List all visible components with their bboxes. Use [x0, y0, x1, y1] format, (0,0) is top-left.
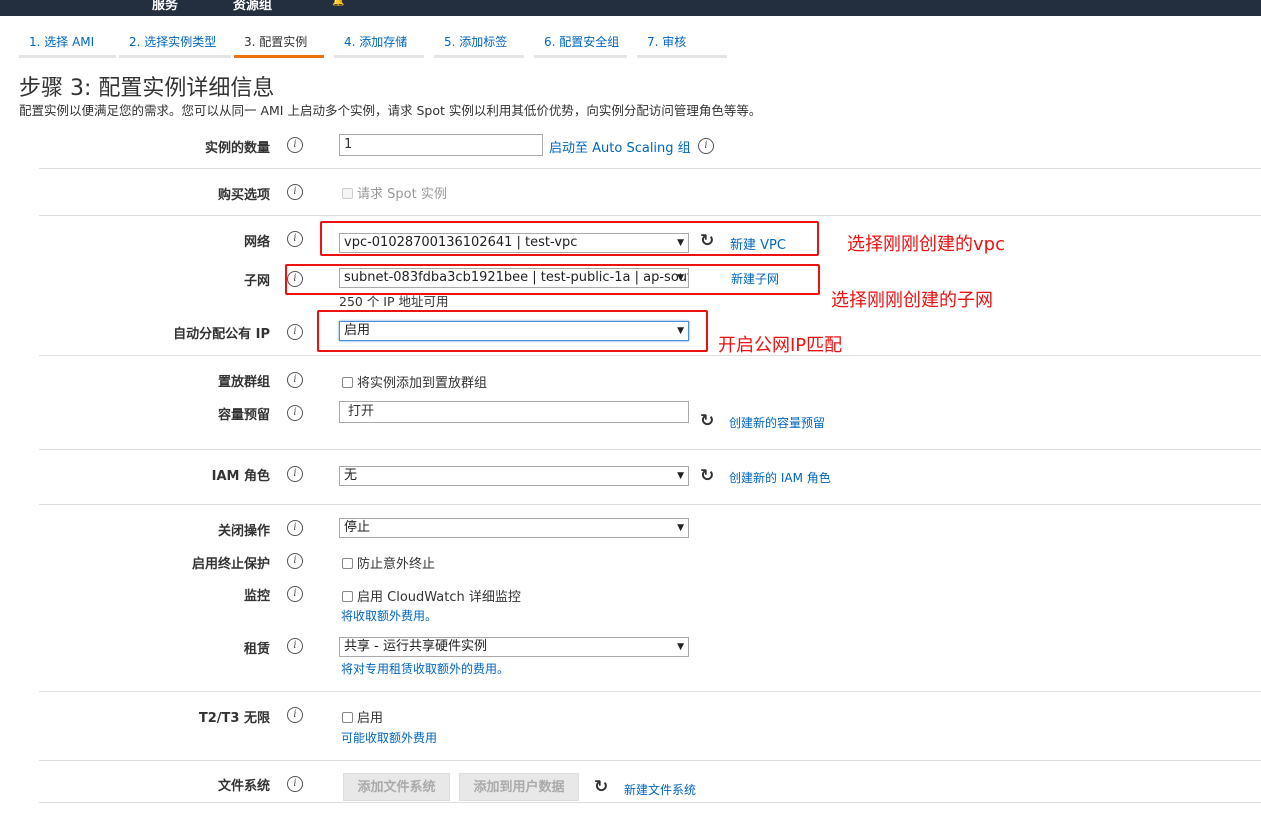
- refresh-icon[interactable]: ↻: [594, 778, 612, 796]
- tab-add-tags[interactable]: 5. 添加标签: [434, 29, 524, 58]
- info-icon[interactable]: i: [287, 638, 303, 654]
- iam-role-label: IAM 角色: [211, 469, 270, 484]
- tab-add-storage[interactable]: 4. 添加存储: [334, 29, 424, 58]
- termination-protection-label: 启用终止保护: [191, 557, 270, 572]
- resource-groups-menu[interactable]: 资源组: [233, 0, 272, 13]
- info-icon[interactable]: i: [287, 586, 303, 602]
- tenancy-label: 租赁: [243, 642, 270, 657]
- tab-choose-instance-type[interactable]: 2. 选择实例类型: [119, 29, 231, 58]
- create-capacity-reservation-link[interactable]: 创建新的容量预留: [729, 414, 825, 431]
- tab-review[interactable]: 7. 审核: [637, 29, 727, 58]
- spot-request-checkbox[interactable]: 请求 Spot 实例: [342, 183, 447, 202]
- info-icon[interactable]: i: [287, 231, 303, 247]
- subnet-label: 子网: [243, 274, 270, 289]
- cloudwatch-monitoring-checkbox[interactable]: 启用 CloudWatch 详细监控: [342, 586, 521, 605]
- checkbox-box: [342, 188, 353, 199]
- add-to-user-data-button[interactable]: 添加到用户数据: [459, 773, 579, 801]
- annotation-text-subnet: 选择刚刚创建的子网: [831, 290, 993, 311]
- chevron-down-icon: ▼: [677, 523, 684, 533]
- tab-choose-ami[interactable]: 1. 选择 AMI: [19, 29, 116, 58]
- top-nav-bar: 服务 资源组 🔔: [0, 0, 1261, 16]
- add-file-system-button[interactable]: 添加文件系统: [343, 773, 450, 801]
- divider: [39, 215, 1261, 216]
- auto-scaling-link[interactable]: 启动至 Auto Scaling 组: [549, 137, 691, 156]
- info-icon[interactable]: i: [287, 520, 303, 536]
- network-label: 网络: [243, 235, 270, 250]
- annotation-text-public-ip: 开启公网IP匹配: [718, 335, 843, 356]
- info-icon[interactable]: i: [287, 553, 303, 569]
- termination-protection-text: 防止意外终止: [357, 557, 436, 572]
- tenancy-select[interactable]: 共享 - 运行共享硬件实例 ▼: [339, 637, 689, 657]
- file-system-label: 文件系统: [217, 779, 270, 794]
- page-description: 配置实例以便满足您的需求。您可以从同一 AMI 上启动多个实例，请求 Spot …: [19, 103, 762, 118]
- shutdown-behavior-value: 停止: [344, 520, 371, 535]
- info-icon[interactable]: i: [287, 466, 303, 482]
- monitoring-charges-note[interactable]: 将收取额外费用。: [341, 607, 437, 624]
- chevron-down-icon: ▼: [677, 642, 684, 652]
- shutdown-behavior-select[interactable]: 停止 ▼: [339, 518, 689, 538]
- purchase-option-label: 购买选项: [217, 188, 270, 203]
- info-icon[interactable]: i: [287, 324, 303, 340]
- spot-request-label: 请求 Spot 实例: [357, 187, 447, 202]
- t2t3-charges-note[interactable]: 可能收取额外费用: [341, 729, 437, 746]
- tab-configure-security-group[interactable]: 6. 配置安全组: [534, 29, 627, 58]
- annotation-box-public-ip: [317, 310, 708, 352]
- divider: [39, 168, 1261, 169]
- annotation-box-subnet: [285, 264, 820, 295]
- shutdown-behavior-label: 关闭操作: [217, 524, 270, 539]
- instance-count-input[interactable]: 1: [339, 134, 543, 156]
- chevron-down-icon: ▼: [677, 471, 684, 481]
- page-title: 步骤 3: 配置实例详细信息: [19, 76, 275, 101]
- divider: [39, 355, 1261, 356]
- info-icon[interactable]: i: [287, 372, 303, 388]
- refresh-icon[interactable]: ↻: [700, 467, 718, 485]
- placement-group-text: 将实例添加到置放群组: [357, 376, 488, 391]
- create-iam-role-link[interactable]: 创建新的 IAM 角色: [729, 469, 831, 486]
- tenancy-charges-note[interactable]: 将对专用租赁收取额外的费用。: [341, 660, 509, 677]
- instance-count-label: 实例的数量: [204, 141, 270, 156]
- create-file-system-link[interactable]: 新建文件系统: [624, 781, 696, 798]
- divider: [39, 449, 1261, 450]
- iam-role-value: 无: [344, 468, 358, 483]
- info-icon[interactable]: i: [287, 184, 303, 200]
- divider: [39, 691, 1261, 692]
- info-icon[interactable]: i: [287, 405, 303, 421]
- checkbox-box: [342, 558, 353, 569]
- t2t3-unlimited-label: T2/T3 无限: [198, 711, 270, 726]
- capacity-reservation-input[interactable]: 打开: [339, 401, 689, 423]
- capacity-reservation-label: 容量预留: [217, 408, 270, 423]
- info-icon[interactable]: i: [287, 776, 303, 792]
- services-menu[interactable]: 服务: [152, 0, 178, 13]
- info-icon[interactable]: i: [287, 707, 303, 723]
- iam-role-select[interactable]: 无 ▼: [339, 466, 689, 486]
- divider: [39, 504, 1261, 505]
- cloudwatch-monitoring-text: 启用 CloudWatch 详细监控: [357, 590, 521, 605]
- placement-group-checkbox[interactable]: 将实例添加到置放群组: [342, 372, 487, 391]
- checkbox-box: [342, 712, 353, 723]
- annotation-text-vpc: 选择刚刚创建的vpc: [847, 234, 1005, 255]
- monitoring-label: 监控: [243, 589, 270, 604]
- bell-icon[interactable]: 🔔: [332, 0, 344, 7]
- info-icon[interactable]: i: [698, 138, 714, 154]
- divider: [39, 802, 1261, 803]
- checkbox-box: [342, 591, 353, 602]
- placement-group-label: 置放群组: [217, 375, 270, 390]
- refresh-icon[interactable]: ↻: [700, 412, 718, 430]
- tenancy-value: 共享 - 运行共享硬件实例: [344, 639, 487, 654]
- tab-configure-instance[interactable]: 3. 配置实例: [234, 29, 324, 58]
- annotation-box-vpc: [320, 221, 819, 256]
- termination-protection-checkbox[interactable]: 防止意外终止: [342, 553, 435, 572]
- public-ip-label: 自动分配公有 IP: [173, 327, 270, 342]
- checkbox-box: [342, 377, 353, 388]
- info-icon[interactable]: i: [287, 137, 303, 153]
- t2t3-unlimited-checkbox[interactable]: 启用: [342, 707, 383, 726]
- divider: [39, 760, 1261, 761]
- t2t3-unlimited-text: 启用: [357, 711, 384, 726]
